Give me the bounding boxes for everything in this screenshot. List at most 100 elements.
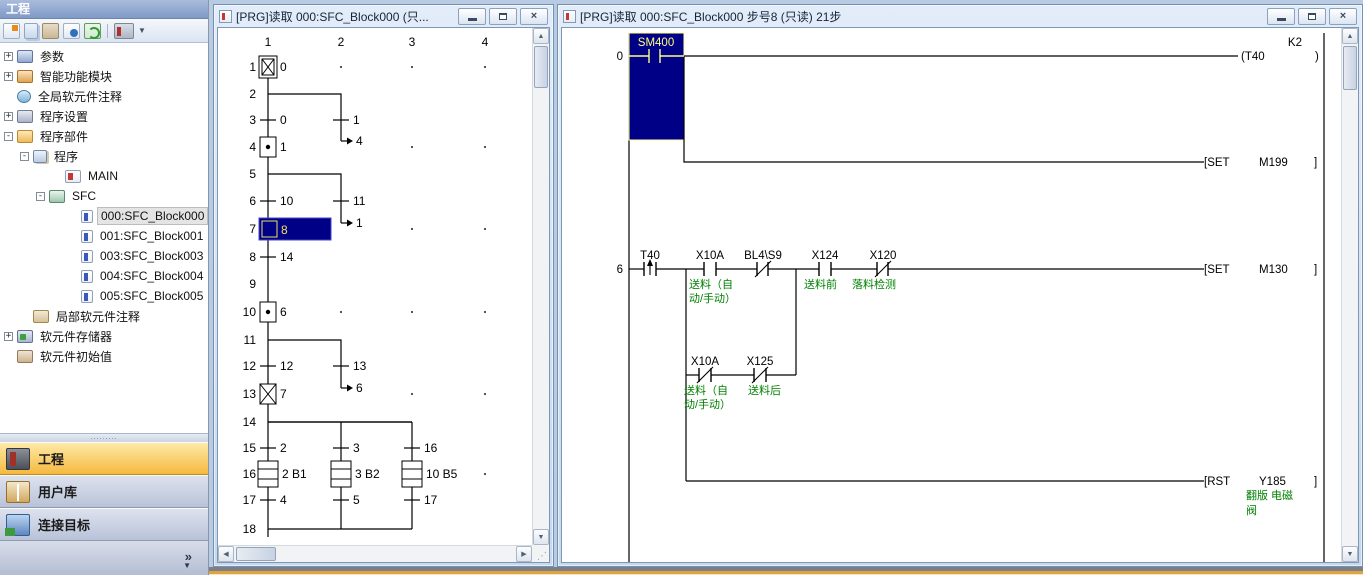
resize-grip[interactable] xyxy=(532,545,549,562)
sfc-block-icon xyxy=(81,210,93,223)
paste-icon[interactable] xyxy=(42,23,59,39)
copy-icon[interactable] xyxy=(24,23,38,39)
sfc-col-header: 4 xyxy=(482,35,489,49)
nav-user-library-button[interactable]: 用户库 xyxy=(0,475,208,508)
set-instruction: [SET xyxy=(1204,264,1230,276)
sfc-window-titlebar[interactable]: [PRG]读取 000:SFC_Block000 (只... × xyxy=(214,5,553,27)
svg-text:13: 13 xyxy=(353,359,367,373)
ladder-selection-cursor[interactable] xyxy=(629,33,684,140)
tree-item-program-setting[interactable]: + 程序设置 xyxy=(0,106,208,126)
sfc-horizontal-scrollbar[interactable]: ◀ ▶ xyxy=(218,545,532,562)
nav-project-button[interactable]: 工程 xyxy=(0,442,208,475)
pou-icon xyxy=(17,130,33,143)
sfc-block-icon xyxy=(81,270,93,283)
sfc-block-step-b1[interactable] xyxy=(258,461,278,487)
expand-plus-icon[interactable]: + xyxy=(4,112,13,121)
coil-close: ) xyxy=(1315,51,1319,63)
scroll-right-button[interactable]: ▶ xyxy=(516,546,532,562)
sfc-block-step-b5[interactable] xyxy=(402,461,422,487)
expand-minus-icon[interactable]: - xyxy=(4,132,13,141)
panel-splitter[interactable]: ......... xyxy=(0,433,208,442)
refresh-icon[interactable] xyxy=(84,23,101,39)
svg-text:1: 1 xyxy=(280,140,287,154)
restore-button[interactable] xyxy=(1298,8,1326,25)
tree-item-program[interactable]: - 程序 xyxy=(0,146,208,166)
svg-text:9: 9 xyxy=(249,277,256,291)
close-button[interactable]: × xyxy=(1329,8,1357,25)
tree-item-parameters[interactable]: + 参数 xyxy=(0,46,208,66)
expand-plus-icon[interactable]: + xyxy=(4,72,13,81)
nav-overflow-caret[interactable]: ▼ xyxy=(183,561,191,570)
module-tool-icon[interactable] xyxy=(114,23,134,39)
minimize-button[interactable] xyxy=(458,8,486,25)
tree-item-device-initial[interactable]: 软元件初始值 xyxy=(0,346,208,366)
scroll-left-button[interactable]: ◀ xyxy=(218,546,234,562)
svg-text:16: 16 xyxy=(424,441,438,455)
sfc-block-icon xyxy=(81,290,93,303)
tree-item-sfc-block001[interactable]: 001:SFC_Block001 xyxy=(0,226,208,246)
scroll-thumb[interactable] xyxy=(534,46,548,88)
tree-item-sfc[interactable]: - SFC xyxy=(0,186,208,206)
expand-plus-icon[interactable]: + xyxy=(4,52,13,61)
scroll-thumb[interactable] xyxy=(236,547,276,561)
tree-item-local-comment[interactable]: 局部软元件注释 xyxy=(0,306,208,326)
comment-x10a-branch: 送料（自 xyxy=(684,383,728,397)
minimize-button[interactable] xyxy=(1267,8,1295,25)
scroll-thumb[interactable] xyxy=(1343,46,1357,90)
comment-x124: 送料前 xyxy=(804,277,837,291)
svg-text:动/手动）: 动/手动） xyxy=(684,397,731,411)
close-icon: × xyxy=(531,11,537,22)
svg-text:3: 3 xyxy=(249,113,256,127)
scroll-down-button[interactable]: ▼ xyxy=(533,529,549,545)
restore-icon xyxy=(499,13,507,20)
expand-plus-icon[interactable]: + xyxy=(4,332,13,341)
ladder-editor[interactable]: 0 SM400 K2 (T40 ) [SET M199 ] 6 T40 X10A… xyxy=(561,27,1359,563)
sfc-col-header: 2 xyxy=(338,35,345,49)
expand-minus-icon[interactable]: - xyxy=(36,192,45,201)
parameter-icon xyxy=(17,50,33,63)
expand-minus-icon[interactable]: - xyxy=(20,152,29,161)
tree-item-intelligent-module[interactable]: + 智能功能模块 xyxy=(0,66,208,86)
svg-text:1: 1 xyxy=(249,60,256,74)
ladder-labels: 0 SM400 K2 (T40 ) [SET M199 ] 6 T40 X10A… xyxy=(617,37,1319,488)
close-button[interactable]: × xyxy=(520,8,548,25)
device-x125: X125 xyxy=(747,356,774,368)
local-comment-icon xyxy=(33,310,49,323)
ladder-diagram: 0 SM400 K2 (T40 ) [SET M199 ] 6 T40 X10A… xyxy=(562,28,1343,563)
tree-item-main[interactable]: MAIN xyxy=(0,166,208,186)
svg-text:8: 8 xyxy=(249,250,256,264)
minimize-icon xyxy=(468,18,477,21)
sfc-block-step-b2[interactable] xyxy=(331,461,351,487)
tree-item-global-comment[interactable]: 全局软元件注释 xyxy=(0,86,208,106)
tree-item-pou[interactable]: - 程序部件 xyxy=(0,126,208,146)
ladder-vertical-scrollbar[interactable]: ▲ ▼ xyxy=(1341,28,1358,562)
intelligent-module-icon xyxy=(17,70,33,83)
tree-item-device-memory[interactable]: + 软元件存储器 xyxy=(0,326,208,346)
ladder-window-icon xyxy=(563,10,576,23)
new-item-icon[interactable] xyxy=(3,23,20,39)
tree-item-sfc-block004[interactable]: 004:SFC_Block004 xyxy=(0,266,208,286)
scroll-down-button[interactable]: ▼ xyxy=(1342,546,1358,562)
property-icon[interactable] xyxy=(63,23,80,39)
sfc-editor[interactable]: 1 2 3 4 1 2 3 4 5 6 7 8 9 10 11 12 13 14… xyxy=(217,27,550,563)
sfc-diagram: 1 2 3 4 1 2 3 4 5 6 7 8 9 10 11 12 13 14… xyxy=(218,28,534,545)
sfc-col-header: 3 xyxy=(409,35,416,49)
sfc-vertical-scrollbar[interactable]: ▲ ▼ xyxy=(532,28,549,545)
program-setting-icon xyxy=(17,110,33,123)
restore-button[interactable] xyxy=(489,8,517,25)
device-m130: M130 xyxy=(1259,264,1288,276)
minimize-icon xyxy=(1277,18,1286,21)
toolbar-dropdown-caret[interactable]: ▼ xyxy=(138,26,146,35)
ladder-program-icon xyxy=(65,170,81,183)
nav-connection-button[interactable]: 连接目标 xyxy=(0,508,208,541)
svg-text:12: 12 xyxy=(280,359,294,373)
device-x10a-branch: X10A xyxy=(691,356,719,368)
scroll-up-button[interactable]: ▲ xyxy=(533,28,549,44)
tree-item-sfc-block000[interactable]: 000:SFC_Block000 xyxy=(0,206,208,226)
tree-item-sfc-block005[interactable]: 005:SFC_Block005 xyxy=(0,286,208,306)
svg-text:]: ] xyxy=(1314,264,1317,276)
device-x124: X124 xyxy=(812,250,839,262)
tree-item-sfc-block003[interactable]: 003:SFC_Block003 xyxy=(0,246,208,266)
scroll-up-button[interactable]: ▲ xyxy=(1342,28,1358,44)
ladder-window-titlebar[interactable]: [PRG]读取 000:SFC_Block000 步号8 (只读) 21步 × xyxy=(558,5,1362,27)
